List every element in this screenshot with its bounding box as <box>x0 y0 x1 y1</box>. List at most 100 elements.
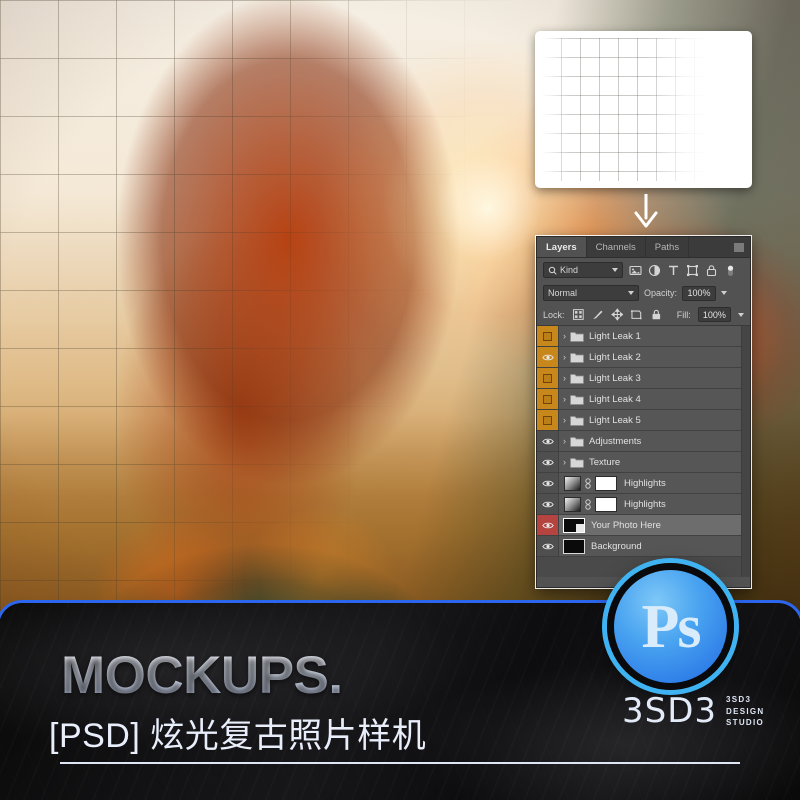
chain-link-fence-overlay <box>0 0 560 620</box>
layer-row[interactable]: › Light Leak 1 <box>537 326 750 347</box>
filter-kind-select[interactable]: Kind <box>543 262 623 278</box>
smart-object-filter-icon[interactable] <box>705 264 718 277</box>
layer-row[interactable]: › Texture <box>537 452 750 473</box>
banner-subtitle: [PSD] 炫光复古照片样机 <box>49 717 427 755</box>
blend-mode-row: Normal Opacity: 100% <box>537 282 750 304</box>
visibility-checkbox <box>543 394 552 404</box>
folder-icon <box>570 352 584 363</box>
shape-layer-filter-icon[interactable] <box>686 264 699 277</box>
layer-visibility-toggle[interactable] <box>537 431 559 451</box>
type-layer-filter-icon[interactable] <box>667 264 680 277</box>
blend-mode-value: Normal <box>548 288 578 298</box>
layer-row[interactable]: › Light Leak 5 <box>537 410 750 431</box>
layer-row[interactable]: Background <box>537 536 750 557</box>
disclosure-triangle-icon[interactable]: › <box>559 394 570 404</box>
layer-visibility-toggle[interactable] <box>537 452 559 472</box>
layer-row[interactable]: Highlights <box>537 494 750 515</box>
layer-name: Highlights <box>624 477 666 489</box>
eye-icon <box>541 480 554 486</box>
lock-all-icon[interactable] <box>650 308 663 321</box>
fill-chevron-down-icon[interactable] <box>737 312 744 317</box>
disclosure-triangle-icon[interactable]: › <box>559 331 570 341</box>
layer-row[interactable]: Highlights <box>537 473 750 494</box>
eye-icon <box>541 354 554 360</box>
layer-visibility-toggle[interactable] <box>537 389 559 409</box>
chevron-down-icon <box>612 268 618 272</box>
pixel-layer-filter-icon[interactable] <box>629 264 642 277</box>
disclosure-triangle-icon[interactable]: › <box>559 415 570 425</box>
lock-image-pixels-icon[interactable] <box>591 308 604 321</box>
layer-mask-thumbnail[interactable] <box>595 475 617 491</box>
photoshop-badge-label: Ps <box>641 592 702 661</box>
eye-icon <box>541 459 554 465</box>
opacity-input[interactable]: 100% <box>682 285 717 301</box>
studio-logo-lines: 3SD3 DESIGN STUDIO <box>726 694 764 729</box>
layer-thumbnail[interactable] <box>564 475 581 491</box>
layer-name: Your Photo Here <box>591 519 661 531</box>
layer-visibility-toggle[interactable] <box>537 473 559 493</box>
layer-thumbnail[interactable] <box>563 538 585 554</box>
disclosure-triangle-icon[interactable]: › <box>559 373 570 383</box>
layer-name: Highlights <box>624 498 666 510</box>
layer-row[interactable]: › Light Leak 2 <box>537 347 750 368</box>
photoshop-badge: Ps <box>607 563 734 690</box>
layer-row[interactable]: › Adjustments <box>537 431 750 452</box>
lock-position-icon[interactable] <box>610 308 624 321</box>
eye-icon <box>541 543 554 549</box>
layer-name: Light Leak 2 <box>589 351 641 363</box>
layer-visibility-toggle[interactable] <box>537 494 559 514</box>
fill-input[interactable]: 100% <box>697 307 731 322</box>
layers-list: › Light Leak 1 › Light Leak 2 › Light Leak 3 ›… <box>537 326 750 577</box>
tab-layers[interactable]: Layers <box>537 237 587 257</box>
opacity-chevron-down-icon[interactable] <box>721 291 728 295</box>
tab-channels[interactable]: Channels <box>587 237 646 257</box>
tab-layers-label: Layers <box>546 241 577 253</box>
lock-transparent-pixels-icon[interactable] <box>572 308 585 321</box>
layer-visibility-toggle[interactable] <box>537 536 559 556</box>
banner-title: MOCKUPS. <box>61 646 343 705</box>
layer-visibility-toggle[interactable] <box>537 410 559 430</box>
folder-icon <box>570 394 584 405</box>
layers-scrollbar[interactable] <box>741 326 750 577</box>
banner-hairline-divider <box>60 762 740 764</box>
fill-value: 100% <box>702 309 726 320</box>
layer-name: Adjustments <box>589 435 642 447</box>
adjustment-layer-filter-icon[interactable] <box>648 264 661 277</box>
layer-name: Light Leak 3 <box>589 372 641 384</box>
layer-row[interactable]: › Light Leak 3 <box>537 368 750 389</box>
link-icon[interactable] <box>584 498 592 510</box>
tab-paths[interactable]: Paths <box>646 237 690 257</box>
opacity-label: Opacity: <box>644 288 678 298</box>
panel-tab-bar: Layers Channels Paths <box>537 237 750 258</box>
folder-icon <box>570 415 584 426</box>
folder-icon <box>570 436 584 447</box>
eye-icon <box>541 438 554 444</box>
layer-name: Background <box>591 540 642 552</box>
folder-icon <box>570 331 584 342</box>
disclosure-triangle-icon[interactable]: › <box>559 352 570 362</box>
layer-visibility-toggle[interactable] <box>537 515 559 535</box>
studio-logo-mark: 3SD3 <box>622 691 718 732</box>
link-icon[interactable] <box>584 477 592 489</box>
layer-name: Light Leak 5 <box>589 414 641 426</box>
layers-panel: Layers Channels Paths Kind Normal Opacit… <box>536 236 751 588</box>
filter-toggle-icon[interactable] <box>724 264 737 277</box>
visibility-checkbox <box>543 331 552 341</box>
layer-visibility-toggle[interactable] <box>537 347 559 367</box>
disclosure-triangle-icon[interactable]: › <box>559 436 570 446</box>
folder-icon <box>570 373 584 384</box>
layer-visibility-toggle[interactable] <box>537 326 559 346</box>
layer-row[interactable]: › Light Leak 4 <box>537 389 750 410</box>
lock-artboard-icon[interactable] <box>630 308 643 321</box>
panel-menu-icon[interactable] <box>734 243 744 252</box>
search-icon <box>548 266 557 275</box>
blend-mode-select[interactable]: Normal <box>543 285 639 301</box>
disclosure-triangle-icon[interactable]: › <box>559 457 570 467</box>
layer-visibility-toggle[interactable] <box>537 368 559 388</box>
layer-mask-thumbnail[interactable] <box>595 496 617 512</box>
opacity-value: 100% <box>687 288 711 298</box>
layer-thumbnail[interactable] <box>563 517 585 533</box>
layer-thumbnail[interactable] <box>564 496 581 512</box>
lock-row: Lock: Fill: 100% <box>537 304 750 326</box>
layer-row[interactable]: Your Photo Here <box>537 515 750 536</box>
